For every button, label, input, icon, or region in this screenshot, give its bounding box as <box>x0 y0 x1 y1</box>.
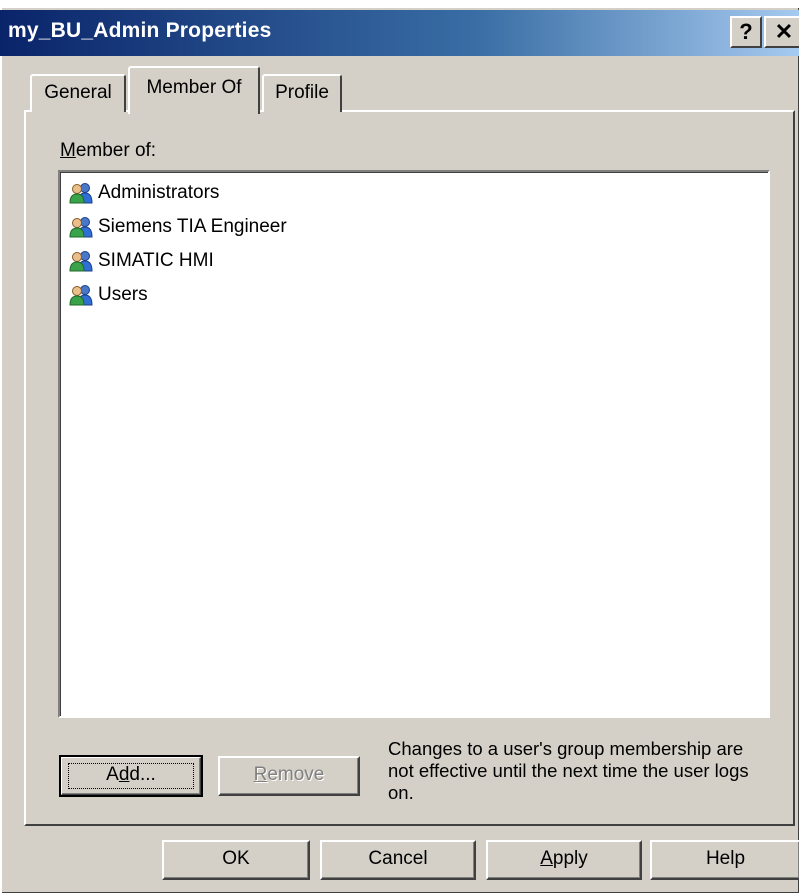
group-name: Administrators <box>98 182 220 203</box>
group-name: SIMATIC HMI <box>98 250 214 271</box>
member-of-label: Member of: <box>60 140 157 161</box>
add-button-label: Add... <box>106 764 156 785</box>
list-item[interactable]: Users <box>68 282 148 308</box>
help-dialog-button[interactable]: Help <box>650 840 799 880</box>
membership-note: Changes to a user's group membership are… <box>388 738 749 803</box>
tab-member-of[interactable]: Member Of <box>128 66 260 114</box>
member-of-list[interactable]: Administrators Siemens TIA Engineer SIMA… <box>58 170 770 718</box>
cancel-button-label: Cancel <box>368 848 428 869</box>
tab-profile[interactable]: Profile <box>262 74 342 112</box>
tab-label: Member Of <box>146 77 242 98</box>
help-icon: ? <box>739 19 753 44</box>
remove-button[interactable]: Remove <box>218 756 360 796</box>
apply-button[interactable]: Apply <box>486 840 642 880</box>
tab-label: Profile <box>275 82 329 103</box>
remove-button-label: Remove <box>253 764 325 785</box>
group-name: Siemens TIA Engineer <box>98 216 287 237</box>
apply-button-label: Apply <box>540 848 588 869</box>
group-icon <box>69 251 93 272</box>
window-title: my_BU_Admin Properties <box>8 19 272 42</box>
group-icon <box>69 285 93 306</box>
add-button[interactable]: Add... <box>59 755 203 797</box>
close-button[interactable]: ✕ <box>764 16 799 48</box>
group-icon <box>69 217 93 238</box>
ok-button[interactable]: OK <box>162 840 310 880</box>
tab-general[interactable]: General <box>30 74 126 112</box>
list-item[interactable]: SIMATIC HMI <box>68 248 214 274</box>
help-button[interactable]: ? <box>730 16 762 48</box>
list-item[interactable]: Administrators <box>68 180 219 206</box>
list-item[interactable]: Siemens TIA Engineer <box>68 214 287 240</box>
cancel-button[interactable]: Cancel <box>320 840 476 880</box>
group-icon <box>69 183 93 204</box>
close-icon: ✕ <box>774 19 794 44</box>
title-bar[interactable]: my_BU_Admin Properties ? ✕ <box>0 10 799 56</box>
ok-button-label: OK <box>222 848 250 869</box>
group-name: Users <box>98 284 148 305</box>
tab-label: General <box>44 82 112 103</box>
help-button-label: Help <box>705 848 746 869</box>
